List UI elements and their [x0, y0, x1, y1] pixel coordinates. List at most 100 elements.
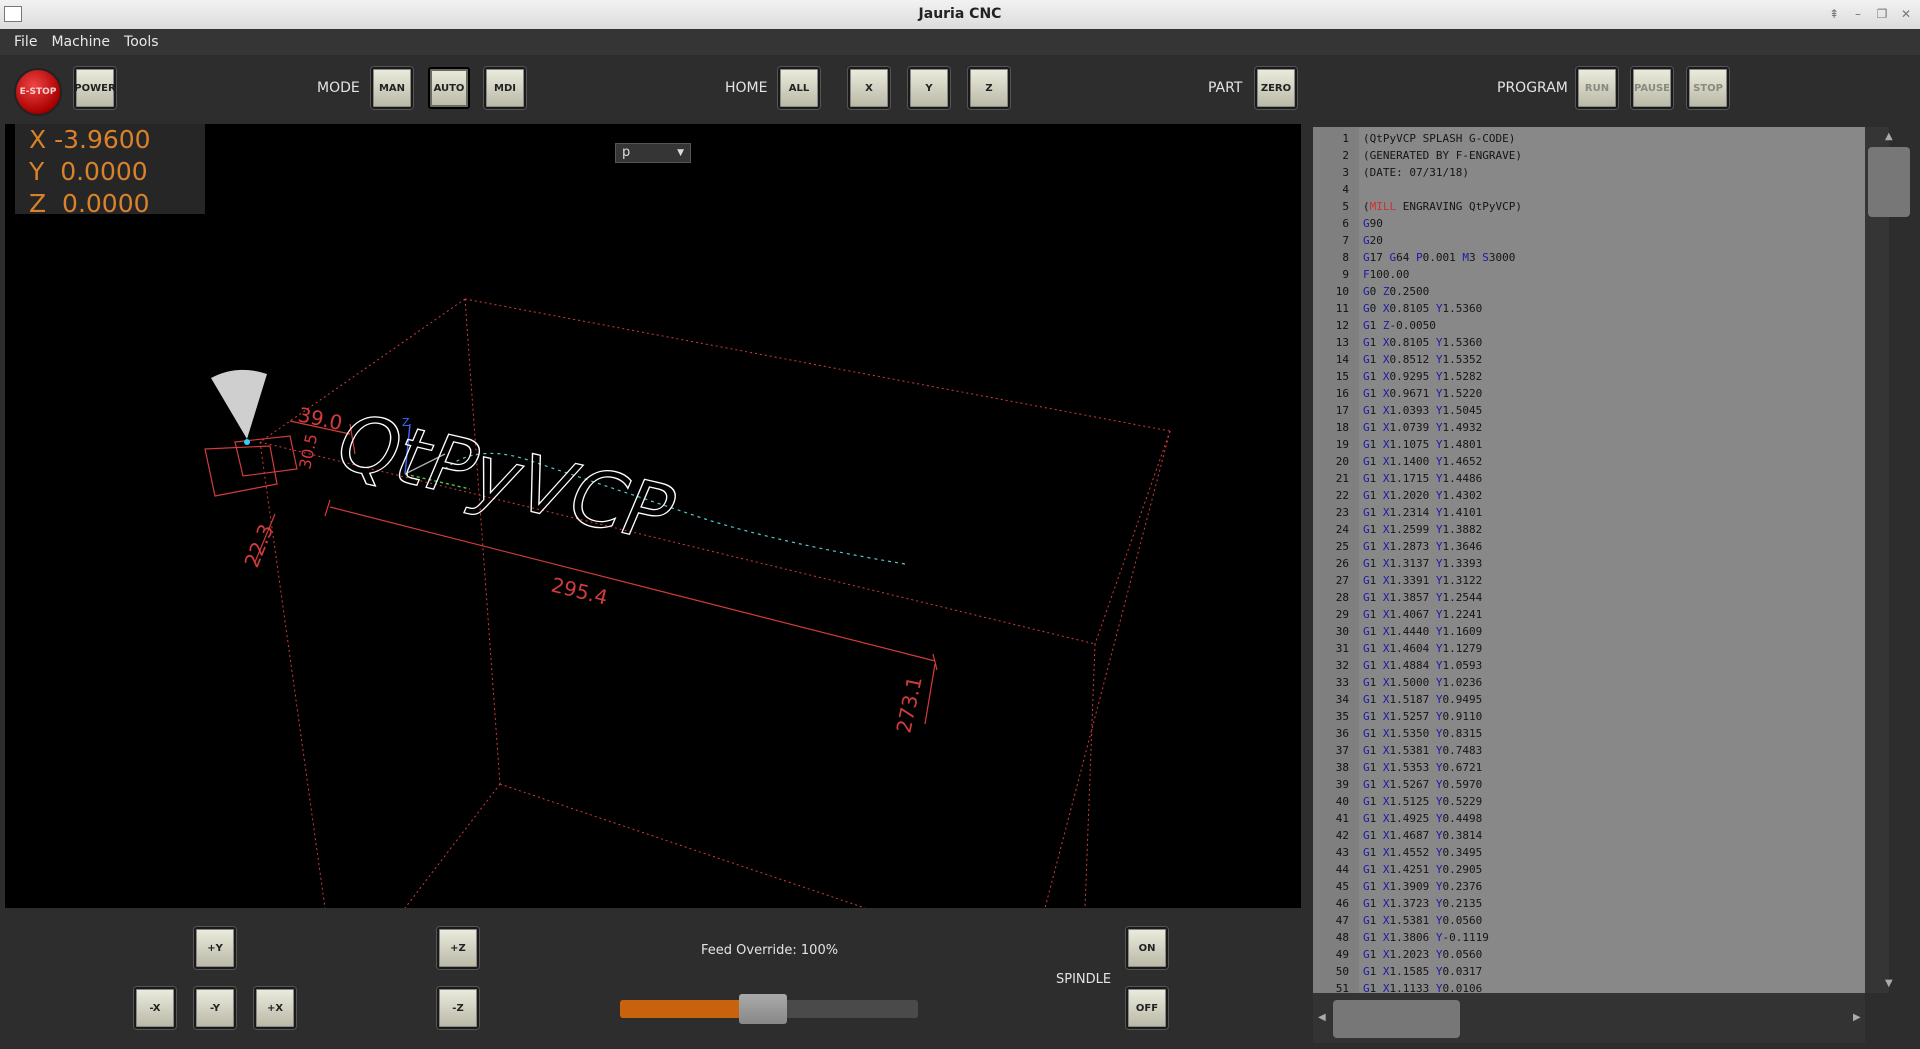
line-number: 27 — [1335, 574, 1349, 587]
gcode-3d-viewport[interactable]: 39.0 30.5 22.3 295.4 273.1 Z QtPyVCP X -… — [5, 124, 1301, 908]
jog-z-plus-button[interactable]: +Z — [437, 927, 479, 969]
shade-icon[interactable]: ⇞ — [1826, 6, 1842, 22]
scroll-right-icon[interactable]: ▶ — [1853, 1012, 1861, 1023]
line-number: 43 — [1335, 846, 1349, 859]
gcode-line[interactable]: 4 — [1313, 181, 1349, 198]
run-button[interactable]: RUN — [1576, 67, 1618, 109]
close-icon[interactable]: ✕ — [1898, 6, 1914, 22]
horizontal-scroll-thumb[interactable] — [1333, 1000, 1460, 1038]
gcode-line[interactable]: 32 G1 X1.4884 Y1.0593 — [1313, 657, 1482, 674]
gcode-line[interactable]: 29 G1 X1.4067 Y1.2241 — [1313, 606, 1482, 623]
maximize-icon[interactable]: ❐ — [1874, 6, 1890, 22]
jog-y-minus-button[interactable]: -Y — [194, 987, 236, 1029]
gcode-line[interactable]: 35 G1 X1.5257 Y0.9110 — [1313, 708, 1482, 725]
gcode-line[interactable]: 13 G1 X0.8105 Y1.5360 — [1313, 334, 1482, 351]
menu-tools[interactable]: Tools — [118, 34, 167, 50]
gcode-line[interactable]: 2 (GENERATED BY F-ENGRAVE) — [1313, 147, 1522, 164]
gcode-line[interactable]: 37 G1 X1.5381 Y0.7483 — [1313, 742, 1482, 759]
gcode-editor[interactable]: 1 (QtPyVCP SPLASH G-CODE) 2 (GENERATED BY F… — [1313, 127, 1865, 993]
gcode-line[interactable]: 28 G1 X1.3857 Y1.2544 — [1313, 589, 1482, 606]
gcode-line[interactable]: 1 (QtPyVCP SPLASH G-CODE) — [1313, 130, 1515, 147]
gcode-line[interactable]: 6 G90 — [1313, 215, 1383, 232]
gcode-line[interactable]: 24 G1 X1.2599 Y1.3882 — [1313, 521, 1482, 538]
gcode-line[interactable]: 15 G1 X0.9295 Y1.5282 — [1313, 368, 1482, 385]
gcode-line[interactable]: 50 G1 X1.1585 Y0.0317 — [1313, 963, 1482, 980]
gcode-line[interactable]: 41 G1 X1.4925 Y0.4498 — [1313, 810, 1482, 827]
gcode-line[interactable]: 23 G1 X1.2314 Y1.4101 — [1313, 504, 1482, 521]
gcode-line[interactable]: 30 G1 X1.4440 Y1.1609 — [1313, 623, 1482, 640]
gcode-line[interactable]: 25 G1 X1.2873 Y1.3646 — [1313, 538, 1482, 555]
estop-button[interactable]: E-STOP — [14, 68, 62, 116]
gcode-line[interactable]: 33 G1 X1.5000 Y1.0236 — [1313, 674, 1482, 691]
line-number: 5 — [1342, 200, 1349, 213]
home-x-button[interactable]: X — [848, 67, 890, 109]
scroll-up-icon[interactable]: ▲ — [1885, 131, 1893, 142]
vertical-scrollbar[interactable] — [1865, 127, 1889, 993]
gcode-line[interactable]: 10 G0 Z0.2500 — [1313, 283, 1430, 300]
jog-x-plus-button[interactable]: +X — [254, 987, 296, 1029]
menu-file[interactable]: File — [0, 34, 45, 50]
gcode-line[interactable]: 21 G1 X1.1715 Y1.4486 — [1313, 470, 1482, 487]
gcode-line[interactable]: 11 G0 X0.8105 Y1.5360 — [1313, 300, 1482, 317]
line-number: 10 — [1335, 285, 1349, 298]
gcode-line[interactable]: 49 G1 X1.2023 Y0.0560 — [1313, 946, 1482, 963]
line-text: G1 X1.1075 Y1.4801 — [1363, 438, 1483, 451]
gcode-line[interactable]: 43 G1 X1.4552 Y0.3495 — [1313, 844, 1482, 861]
line-number: 49 — [1335, 948, 1349, 961]
gcode-line[interactable]: 12 G1 Z-0.0050 — [1313, 317, 1436, 334]
stop-button[interactable]: STOP — [1687, 67, 1729, 109]
scroll-down-icon[interactable]: ▼ — [1885, 978, 1893, 989]
gcode-line[interactable]: 31 G1 X1.4604 Y1.1279 — [1313, 640, 1482, 657]
gcode-line[interactable]: 39 G1 X1.5267 Y0.5970 — [1313, 776, 1482, 793]
jog-x-minus-button[interactable]: -X — [134, 987, 176, 1029]
gcode-line[interactable]: 9 F100.00 — [1313, 266, 1409, 283]
vertical-scroll-thumb[interactable] — [1868, 147, 1910, 217]
jog-y-plus-button[interactable]: +Y — [194, 927, 236, 969]
gcode-line[interactable]: 51 G1 X1.1133 Y0.0106 — [1313, 980, 1482, 993]
gcode-line[interactable]: 38 G1 X1.5353 Y0.6721 — [1313, 759, 1482, 776]
gcode-line[interactable]: 45 G1 X1.3909 Y0.2376 — [1313, 878, 1482, 895]
home-z-button[interactable]: Z — [968, 67, 1010, 109]
gcode-line[interactable]: 27 G1 X1.3391 Y1.3122 — [1313, 572, 1482, 589]
feed-override-handle[interactable] — [739, 994, 787, 1024]
menu-machine[interactable]: Machine — [45, 34, 118, 50]
spindle-off-button[interactable]: OFF — [1126, 987, 1168, 1029]
power-button[interactable]: POWER — [74, 67, 116, 109]
mode-auto-button[interactable]: AUTO — [428, 67, 470, 109]
view-select[interactable]: p ▼ — [615, 143, 691, 163]
mode-man-button[interactable]: MAN — [371, 67, 413, 109]
gcode-line[interactable]: 36 G1 X1.5350 Y0.8315 — [1313, 725, 1482, 742]
spindle-on-button[interactable]: ON — [1126, 927, 1168, 969]
zero-button[interactable]: ZERO — [1255, 67, 1297, 109]
gcode-line[interactable]: 44 G1 X1.4251 Y0.2905 — [1313, 861, 1482, 878]
gcode-line[interactable]: 47 G1 X1.5381 Y0.0560 — [1313, 912, 1482, 929]
gcode-line[interactable]: 42 G1 X1.4687 Y0.3814 — [1313, 827, 1482, 844]
gcode-line[interactable]: 48 G1 X1.3806 Y-0.1119 — [1313, 929, 1489, 946]
home-y-button[interactable]: Y — [908, 67, 950, 109]
gcode-line[interactable]: 34 G1 X1.5187 Y0.9495 — [1313, 691, 1482, 708]
mode-mdi-button[interactable]: MDI — [484, 67, 526, 109]
line-text: G1 X1.0393 Y1.5045 — [1363, 404, 1483, 417]
gcode-line[interactable]: 26 G1 X1.3137 Y1.3393 — [1313, 555, 1482, 572]
gcode-line[interactable]: 20 G1 X1.1400 Y1.4652 — [1313, 453, 1482, 470]
gcode-line[interactable]: 22 G1 X1.2020 Y1.4302 — [1313, 487, 1482, 504]
gcode-line[interactable]: 18 G1 X1.0739 Y1.4932 — [1313, 419, 1482, 436]
gcode-line[interactable]: 5 (MILL ENGRAVING QtPyVCP) — [1313, 198, 1522, 215]
line-text: G1 X0.9295 Y1.5282 — [1363, 370, 1483, 383]
gcode-line[interactable]: 3 (DATE: 07/31/18) — [1313, 164, 1469, 181]
gcode-line[interactable]: 46 G1 X1.3723 Y0.2135 — [1313, 895, 1482, 912]
gcode-line[interactable]: 19 G1 X1.1075 Y1.4801 — [1313, 436, 1482, 453]
gcode-line[interactable]: 40 G1 X1.5125 Y0.5229 — [1313, 793, 1482, 810]
jog-z-minus-button[interactable]: -Z — [437, 987, 479, 1029]
gcode-line[interactable]: 17 G1 X1.0393 Y1.5045 — [1313, 402, 1482, 419]
gcode-line[interactable]: 7 G20 — [1313, 232, 1383, 249]
scroll-left-icon[interactable]: ◀ — [1318, 1012, 1326, 1023]
line-text: G1 X1.4067 Y1.2241 — [1363, 608, 1483, 621]
gcode-line[interactable]: 8 G17 G64 P0.001 M3 S3000 — [1313, 249, 1515, 266]
minimize-icon[interactable]: – — [1850, 6, 1866, 22]
gcode-line[interactable]: 14 G1 X0.8512 Y1.5352 — [1313, 351, 1482, 368]
gcode-line[interactable]: 16 G1 X0.9671 Y1.5220 — [1313, 385, 1482, 402]
pause-button[interactable]: PAUSE — [1631, 67, 1673, 109]
home-all-button[interactable]: ALL — [778, 67, 820, 109]
gcode-lines: 1 (QtPyVCP SPLASH G-CODE) 2 (GENERATED BY F… — [1313, 130, 1522, 993]
